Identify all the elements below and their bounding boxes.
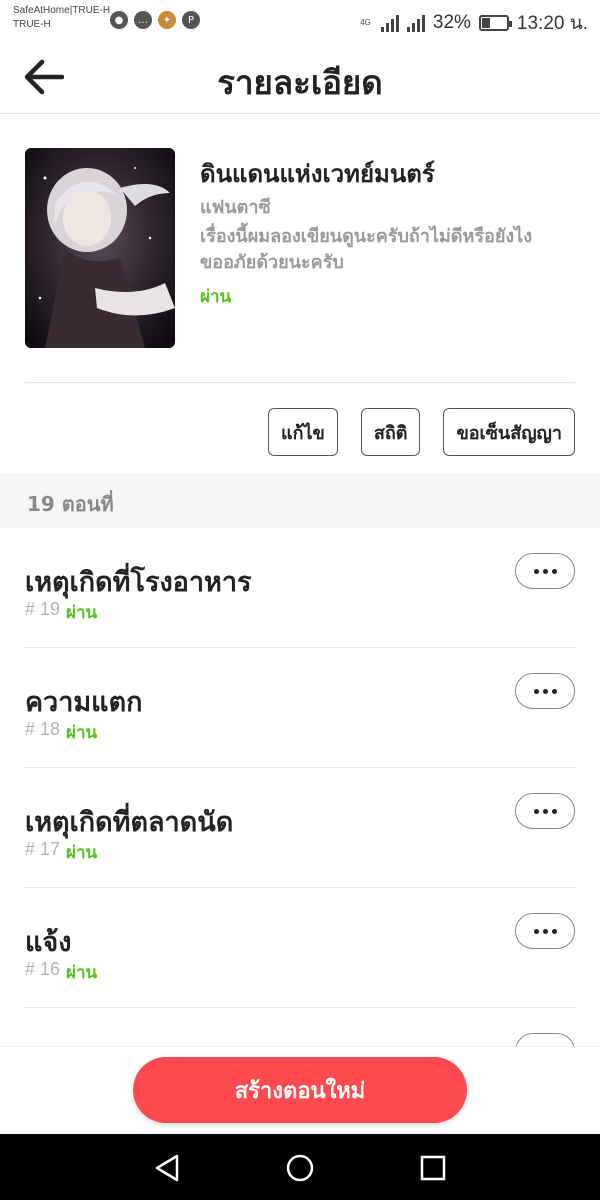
request-contract-button[interactable]: ขอเซ็นสัญญา [443, 408, 575, 456]
page-title: รายละเอียด [217, 63, 383, 102]
episode-status: ผ่าน [66, 603, 98, 623]
episode-meta: # 18 ผ่าน [25, 719, 97, 746]
nav-home-button[interactable] [283, 1151, 317, 1185]
status-right: 4G 32% 13:20 น. [360, 8, 588, 38]
chat-icon: … [134, 11, 152, 29]
episode-row[interactable]: ความแตก # 18 ผ่าน [25, 648, 575, 768]
signal-icon-2 [406, 14, 425, 32]
status-bar: SafeAtHome|TRUE-H TRUE-H ● … ✦ P 4G 32% … [0, 0, 600, 42]
more-options-button[interactable] [515, 553, 575, 589]
dot [551, 808, 557, 814]
episode-number: # 16 [25, 959, 61, 979]
story-status: ผ่าน [200, 287, 232, 307]
episode-meta: # 16 ผ่าน [25, 959, 97, 986]
episode-title: แจ้ง [25, 927, 72, 958]
episode-count: 19 ตอนที่ [27, 492, 114, 516]
edit-button[interactable]: แก้ไข [268, 408, 338, 456]
dot [551, 928, 557, 934]
episode-section-header: 19 ตอนที่ [0, 473, 600, 528]
story-description: เรื่องนี้ผมลองเขียนดูนะครับถ้าไม่ดีหรือย… [200, 226, 533, 273]
story-info: ดินแดนแห่งเวทย์มนตร์ แฟนตาซี เรื่องนี้ผม… [25, 148, 575, 348]
episode-status: ผ่าน [66, 963, 98, 983]
signal-icon [380, 14, 399, 32]
episode-title: ความแตก [25, 687, 143, 718]
battery-icon [478, 15, 512, 31]
stats-button[interactable]: สถิติ [360, 408, 421, 456]
episode-meta: # 19 ผ่าน [25, 599, 97, 626]
nav-home-icon [286, 1154, 314, 1182]
create-episode-bar: สร้างตอนใหม่ [0, 1046, 600, 1134]
game-icon: ✦ [158, 11, 176, 29]
nav-back-icon [155, 1154, 179, 1182]
dot [551, 568, 557, 574]
more-options-button[interactable] [515, 913, 575, 949]
dot [542, 568, 548, 574]
dot [542, 808, 548, 814]
story-cover-image[interactable] [25, 148, 175, 348]
episode-row[interactable]: เหตุเกิดที่ตลาดนัด # 17 ผ่าน [25, 768, 575, 888]
episode-row[interactable]: แจ้ง # 16 ผ่าน [25, 888, 575, 1008]
nav-back-button[interactable] [150, 1151, 184, 1185]
story-actions: แก้ไข สถิติ ขอเซ็นสัญญา [268, 408, 575, 456]
battery-percent: 32% [432, 12, 471, 33]
episode-number: # 17 [25, 839, 61, 859]
more-options-button[interactable] [515, 793, 575, 829]
episode-title: เหตุเกิดที่โรงอาหาร [25, 567, 252, 598]
network-type: 4G [360, 18, 371, 27]
episode-meta: # 17 ผ่าน [25, 839, 97, 866]
chrome-icon: ● [110, 11, 128, 29]
dot [533, 808, 539, 814]
episode-status: ผ่าน [66, 843, 98, 863]
dot [533, 568, 539, 574]
carrier-label: SafeAtHome|TRUE-H TRUE-H [13, 4, 110, 32]
notification-icons: ● … ✦ P [110, 11, 200, 29]
pinterest-icon: P [182, 11, 200, 29]
system-nav-bar [0, 1134, 600, 1200]
dot [533, 688, 539, 694]
divider [25, 382, 575, 383]
app-header: รายละเอียด [0, 42, 600, 114]
story-title: ดินแดนแห่งเวทย์มนตร์ [200, 160, 435, 188]
story-genre: แฟนตาซี [200, 197, 271, 218]
carrier-line2: TRUE-H [13, 19, 51, 30]
carrier-line1: SafeAtHome|TRUE-H [13, 5, 111, 16]
clock: 13:20 น. [516, 13, 588, 34]
nav-recents-button[interactable] [416, 1151, 450, 1185]
dot [551, 688, 557, 694]
more-options-button[interactable] [515, 673, 575, 709]
episode-number: # 19 [25, 599, 61, 619]
episode-number: # 18 [25, 719, 61, 739]
create-episode-button[interactable]: สร้างตอนใหม่ [133, 1057, 467, 1123]
episode-title: เหตุเกิดที่ตลาดนัด [25, 807, 234, 838]
dot [533, 928, 539, 934]
dot [542, 688, 548, 694]
episode-row[interactable]: เหตุเกิดที่โรงอาหาร # 19 ผ่าน [25, 528, 575, 648]
episode-status: ผ่าน [66, 723, 98, 743]
dot [542, 928, 548, 934]
nav-recents-icon [420, 1155, 446, 1181]
